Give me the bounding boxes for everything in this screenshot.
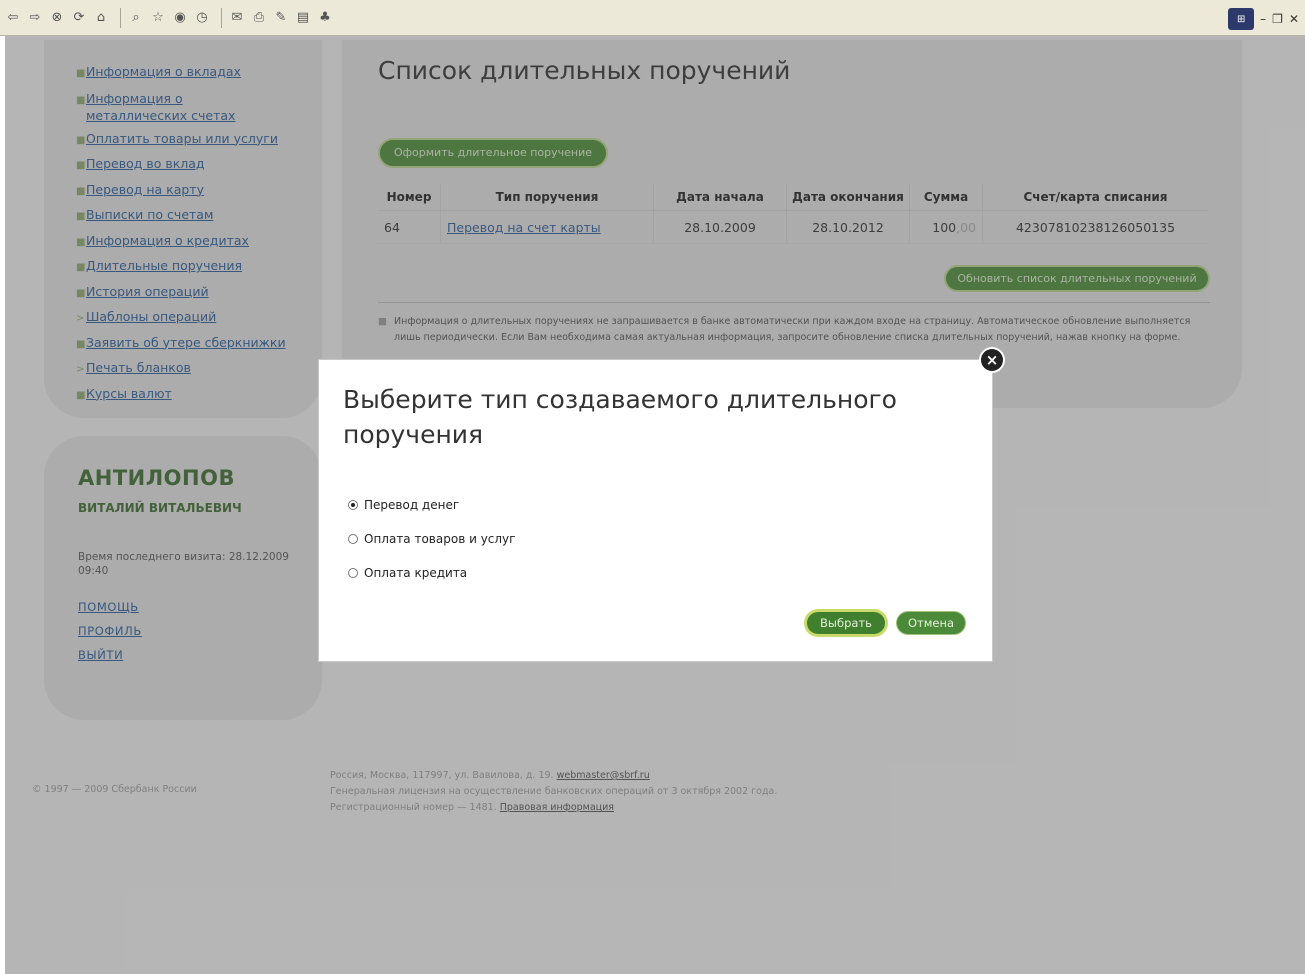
back-icon[interactable]: ⇦ xyxy=(4,9,22,27)
radio-label: Оплата товаров и услуг xyxy=(364,532,516,546)
radio-label: Оплата кредита xyxy=(364,566,468,580)
window-controls: ⊞ – ❐ ✕ xyxy=(1228,8,1299,30)
radio-option-goods[interactable]: Оплата товаров и услуг xyxy=(348,532,515,546)
mail-icon[interactable]: ✉ xyxy=(228,9,246,27)
dialog-title: Выберите тип создаваемого длительного по… xyxy=(343,385,897,449)
restore-icon[interactable]: ❐ xyxy=(1272,12,1283,26)
close-window-icon[interactable]: ✕ xyxy=(1289,12,1299,26)
discuss-icon[interactable]: ▤ xyxy=(294,9,312,27)
edit-icon[interactable]: ✎ xyxy=(272,9,290,27)
minimize-icon[interactable]: – xyxy=(1260,12,1266,26)
radio-button[interactable] xyxy=(348,534,358,544)
messenger-icon[interactable]: ♣ xyxy=(316,9,334,27)
browser-toolbar: ⇦ ⇨ ⊗ ⟳ ⌂ ⌕ ☆ ◉ ◷ ✉ ⎙ ✎ ▤ ♣ ⊞ – ❐ ✕ xyxy=(0,0,1305,36)
order-type-dialog: Выберите тип создаваемого длительного по… xyxy=(319,360,992,661)
print-icon[interactable]: ⎙ xyxy=(250,9,268,27)
forward-icon[interactable]: ⇨ xyxy=(26,9,44,27)
windows-logo-icon: ⊞ xyxy=(1228,8,1255,30)
toolbar-separator xyxy=(221,7,222,28)
select-button[interactable]: Выбрать xyxy=(807,612,885,634)
media-icon[interactable]: ◉ xyxy=(171,9,189,27)
favorites-icon[interactable]: ☆ xyxy=(149,9,167,27)
radio-button[interactable] xyxy=(348,568,358,578)
stop-icon[interactable]: ⊗ xyxy=(48,9,66,27)
radio-button[interactable] xyxy=(348,500,358,510)
close-icon[interactable]: × xyxy=(979,347,1005,373)
cancel-button[interactable]: Отмена xyxy=(897,612,965,634)
close-icon-glyph: × xyxy=(981,349,1003,371)
toolbar-separator xyxy=(120,7,121,28)
radio-option-credit[interactable]: Оплата кредита xyxy=(348,566,467,580)
radio-label: Перевод денег xyxy=(364,498,460,512)
radio-option-transfer[interactable]: Перевод денег xyxy=(348,498,459,512)
history-icon[interactable]: ◷ xyxy=(193,9,211,27)
refresh-icon[interactable]: ⟳ xyxy=(70,9,88,27)
home-icon[interactable]: ⌂ xyxy=(92,9,110,27)
search-icon[interactable]: ⌕ xyxy=(127,9,145,27)
